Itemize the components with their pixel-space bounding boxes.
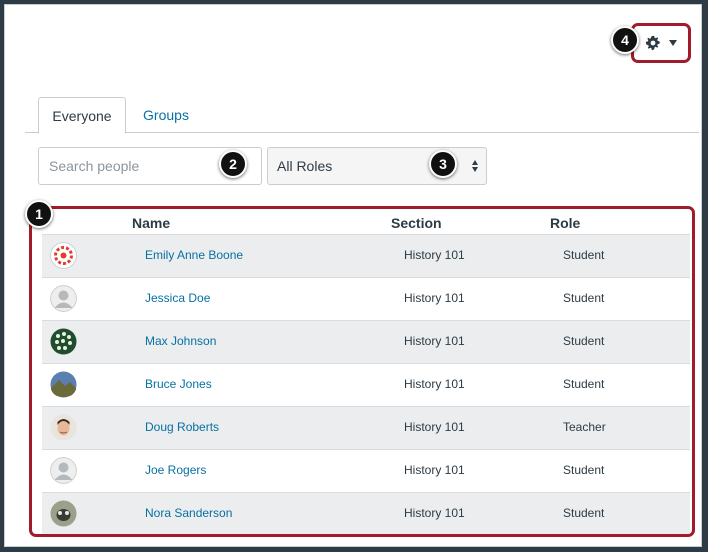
table-header: Name Section Role <box>32 209 692 237</box>
person-role: Student <box>563 248 605 262</box>
table-row: Jessica Doe History 101 Student <box>42 277 690 320</box>
person-role: Student <box>563 377 605 391</box>
person-role: Student <box>563 463 605 477</box>
person-role: Teacher <box>563 420 606 434</box>
table-row: Joe Rogers History 101 Student <box>42 449 690 492</box>
avatar[interactable] <box>50 457 77 484</box>
avatar-face-icon <box>50 414 77 441</box>
person-section: History 101 <box>404 420 465 434</box>
role-filter-value: All Roles <box>277 158 333 174</box>
people-page: 4 Everyone Groups 2 All Roles 3 Name Sec… <box>4 4 702 547</box>
avatar[interactable] <box>50 500 77 527</box>
column-header-name[interactable]: Name <box>132 215 170 231</box>
person-role: Student <box>563 291 605 305</box>
person-name-link[interactable]: Bruce Jones <box>145 377 212 391</box>
tab-groups[interactable]: Groups <box>130 97 202 133</box>
avatar[interactable] <box>50 242 77 269</box>
table-row: Bruce Jones History 101 Student <box>42 363 690 406</box>
person-name-link[interactable]: Max Johnson <box>145 334 216 348</box>
table-row: Doug Roberts History 101 Teacher <box>42 406 690 449</box>
person-section: History 101 <box>404 248 465 262</box>
person-name-link[interactable]: Jessica Doe <box>145 291 210 305</box>
callout-3: 3 <box>429 150 457 178</box>
person-role: Student <box>563 334 605 348</box>
avatar[interactable] <box>50 328 77 355</box>
table-row: Nora Sanderson History 101 Student <box>42 492 690 534</box>
person-role: Student <box>563 506 605 520</box>
person-name-link[interactable]: Emily Anne Boone <box>145 248 243 262</box>
person-section: History 101 <box>404 506 465 520</box>
tab-everyone[interactable]: Everyone <box>38 97 126 134</box>
chevron-down-icon <box>669 40 677 46</box>
settings-menu-button[interactable] <box>631 23 691 63</box>
gear-icon <box>645 35 660 51</box>
callout-1: 1 <box>25 200 53 228</box>
person-section: History 101 <box>404 377 465 391</box>
person-section: History 101 <box>404 463 465 477</box>
column-header-section[interactable]: Section <box>391 215 442 231</box>
callout-2: 2 <box>219 150 247 178</box>
people-table: Name Section Role Emily Anne Boone Histo… <box>29 206 695 537</box>
table-row: Max Johnson History 101 Student <box>42 320 690 363</box>
tab-bar: Everyone Groups <box>25 97 699 134</box>
column-header-role[interactable]: Role <box>550 215 580 231</box>
table-row: Emily Anne Boone History 101 Student <box>42 234 690 277</box>
avatar[interactable] <box>50 371 77 398</box>
person-name-link[interactable]: Joe Rogers <box>145 463 206 477</box>
callout-4: 4 <box>611 26 639 54</box>
person-section: History 101 <box>404 291 465 305</box>
select-arrows-icon <box>472 160 480 172</box>
avatar[interactable] <box>50 285 77 312</box>
avatar-landscape-icon <box>50 371 77 398</box>
avatar-red-logo-icon <box>50 242 77 269</box>
default-avatar-icon <box>50 457 77 484</box>
person-name-link[interactable]: Doug Roberts <box>145 420 219 434</box>
person-name-link[interactable]: Nora Sanderson <box>145 506 232 520</box>
avatar-animal-icon <box>50 500 77 527</box>
person-section: History 101 <box>404 334 465 348</box>
avatar-green-pattern-icon <box>50 328 77 355</box>
avatar[interactable] <box>50 414 77 441</box>
default-avatar-icon <box>50 285 77 312</box>
